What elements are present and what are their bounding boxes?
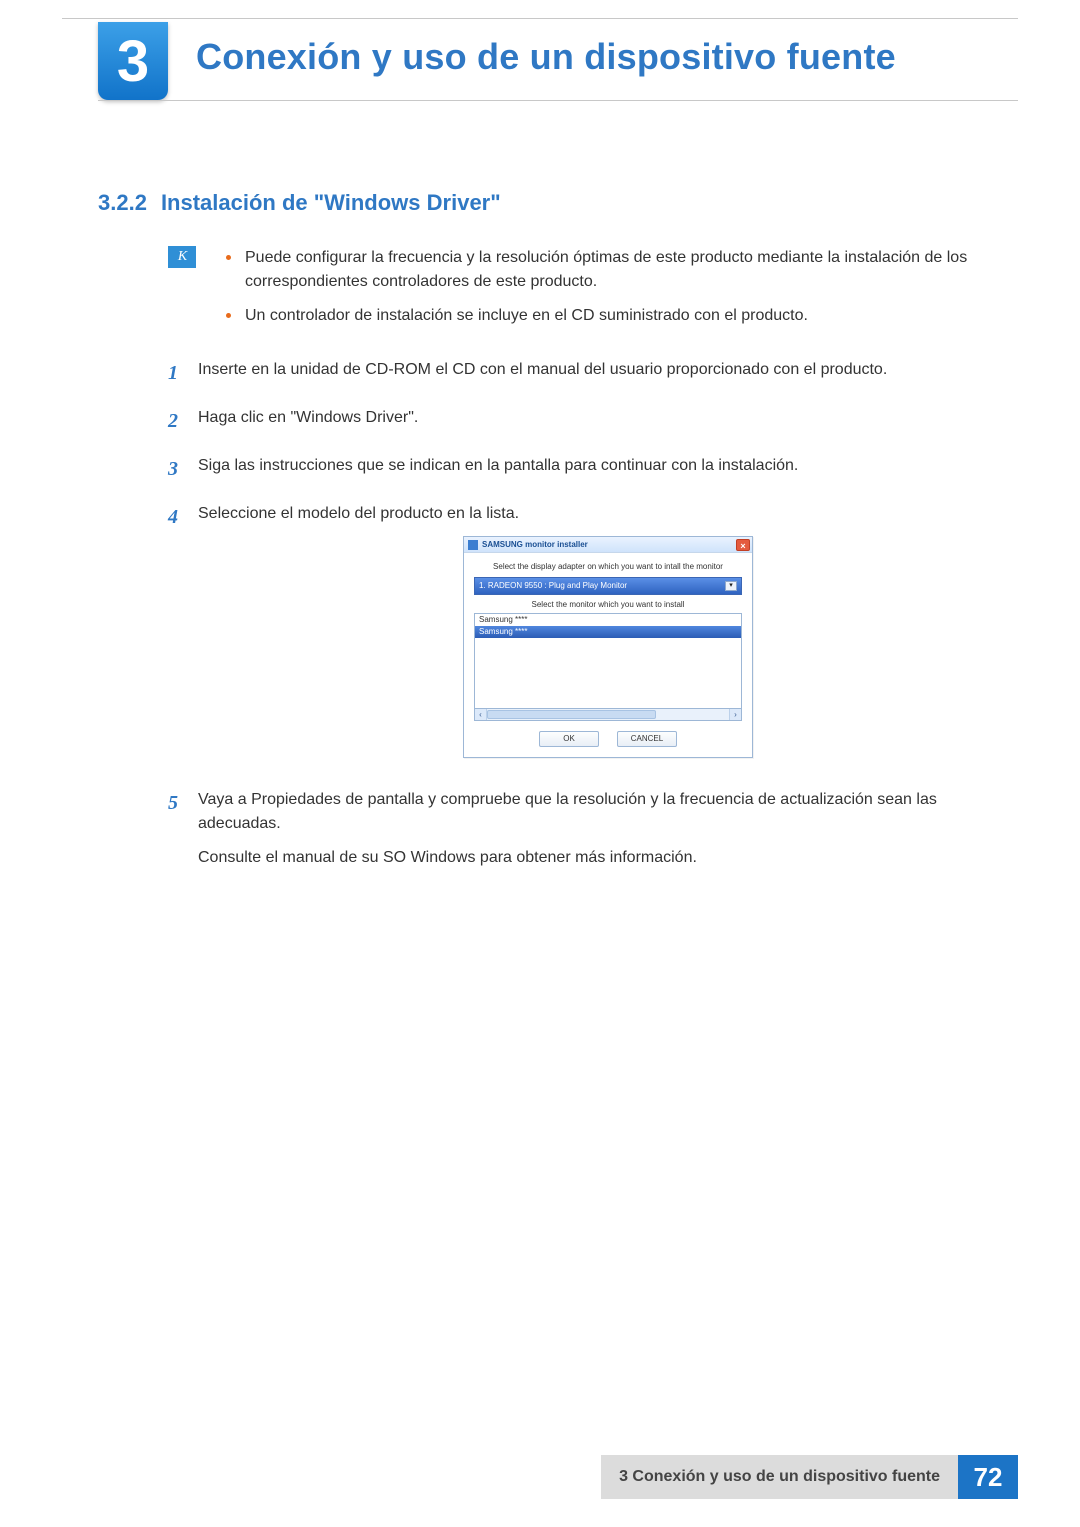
list-item[interactable]: Samsung **** [475, 626, 741, 638]
chapter-underline [98, 100, 1018, 101]
step-list: 1 Inserte en la unidad de CD-ROM el CD c… [168, 358, 1018, 880]
adapter-selected: 1. RADEON 9550 : Plug and Play Monitor [479, 580, 627, 592]
adapter-hint: Select the display adapter on which you … [474, 561, 742, 573]
chapter-number-badge: 3 [98, 22, 168, 100]
note-bullet-list: Puede configurar la frecuencia y la reso… [226, 246, 1018, 338]
page-number: 72 [958, 1455, 1018, 1499]
chapter-title: Conexión y uso de un dispositivo fuente [196, 36, 1018, 78]
step-text: Siga las instrucciones que se indican en… [198, 454, 1018, 478]
step-number: 2 [168, 406, 192, 436]
step-aftertext: Consulte el manual de su SO Windows para… [198, 846, 1018, 870]
bullet-dot-icon [226, 313, 231, 318]
monitor-hint: Select the monitor which you want to ins… [474, 599, 742, 611]
scroll-left-icon[interactable]: ‹ [475, 709, 487, 720]
step-number: 3 [168, 454, 192, 484]
step-text: Vaya a Propiedades de pantalla y comprue… [198, 788, 1018, 836]
cancel-button-label: CANCEL [631, 733, 663, 745]
page-footer: 3 Conexión y uso de un dispositivo fuent… [0, 1455, 1080, 1499]
ok-button-label: OK [563, 733, 575, 745]
installer-dialog-screenshot: SAMSUNG monitor installer × Select the d… [198, 536, 1018, 758]
note-bullet: Puede configurar la frecuencia y la reso… [226, 246, 1018, 294]
note-icon: K [168, 246, 196, 268]
horizontal-scrollbar[interactable]: ‹ › [474, 709, 742, 721]
section-number: 3.2.2 [98, 190, 147, 215]
dialog-titlebar: SAMSUNG monitor installer × [464, 537, 752, 553]
adapter-dropdown[interactable]: 1. RADEON 9550 : Plug and Play Monitor ▾ [474, 577, 742, 595]
step-number: 5 [168, 788, 192, 818]
step: 2 Haga clic en "Windows Driver". [168, 406, 1018, 440]
note-bullet-text: Un controlador de instalación se incluye… [245, 304, 808, 328]
footer-chapter-label: 3 Conexión y uso de un dispositivo fuent… [601, 1455, 958, 1499]
step: 1 Inserte en la unidad de CD-ROM el CD c… [168, 358, 1018, 392]
step-text: Seleccione el modelo del producto en la … [198, 502, 1018, 526]
close-button[interactable]: × [736, 539, 750, 551]
installer-dialog: SAMSUNG monitor installer × Select the d… [463, 536, 753, 758]
scrollbar-track[interactable] [487, 709, 729, 720]
step: 4 Seleccione el modelo del producto en l… [168, 502, 1018, 774]
ok-button[interactable]: OK [539, 731, 599, 747]
section-heading: 3.2.2 Instalación de "Windows Driver" [98, 190, 1018, 216]
step: 3 Siga las instrucciones que se indican … [168, 454, 1018, 488]
dialog-title: SAMSUNG monitor installer [482, 539, 588, 551]
chevron-down-icon: ▾ [725, 581, 737, 591]
cancel-button[interactable]: CANCEL [617, 731, 677, 747]
note-bullet: Un controlador de instalación se incluye… [226, 304, 1018, 328]
scroll-right-icon[interactable]: › [729, 709, 741, 720]
step: 5 Vaya a Propiedades de pantalla y compr… [168, 788, 1018, 880]
section-title: Instalación de "Windows Driver" [161, 190, 501, 215]
monitor-listbox[interactable]: Samsung **** Samsung **** [474, 613, 742, 709]
step-text: Inserte en la unidad de CD-ROM el CD con… [198, 358, 1018, 382]
app-icon [468, 540, 478, 550]
top-divider [62, 18, 1018, 19]
step-text: Haga clic en "Windows Driver". [198, 406, 1018, 430]
chapter-number: 3 [117, 28, 149, 95]
note-bullet-text: Puede configurar la frecuencia y la reso… [245, 246, 1018, 294]
note-block: K Puede configurar la frecuencia y la re… [168, 246, 1018, 338]
list-item[interactable]: Samsung **** [475, 614, 741, 626]
bullet-dot-icon [226, 255, 231, 260]
step-number: 4 [168, 502, 192, 532]
scrollbar-thumb[interactable] [487, 710, 656, 719]
step-number: 1 [168, 358, 192, 388]
